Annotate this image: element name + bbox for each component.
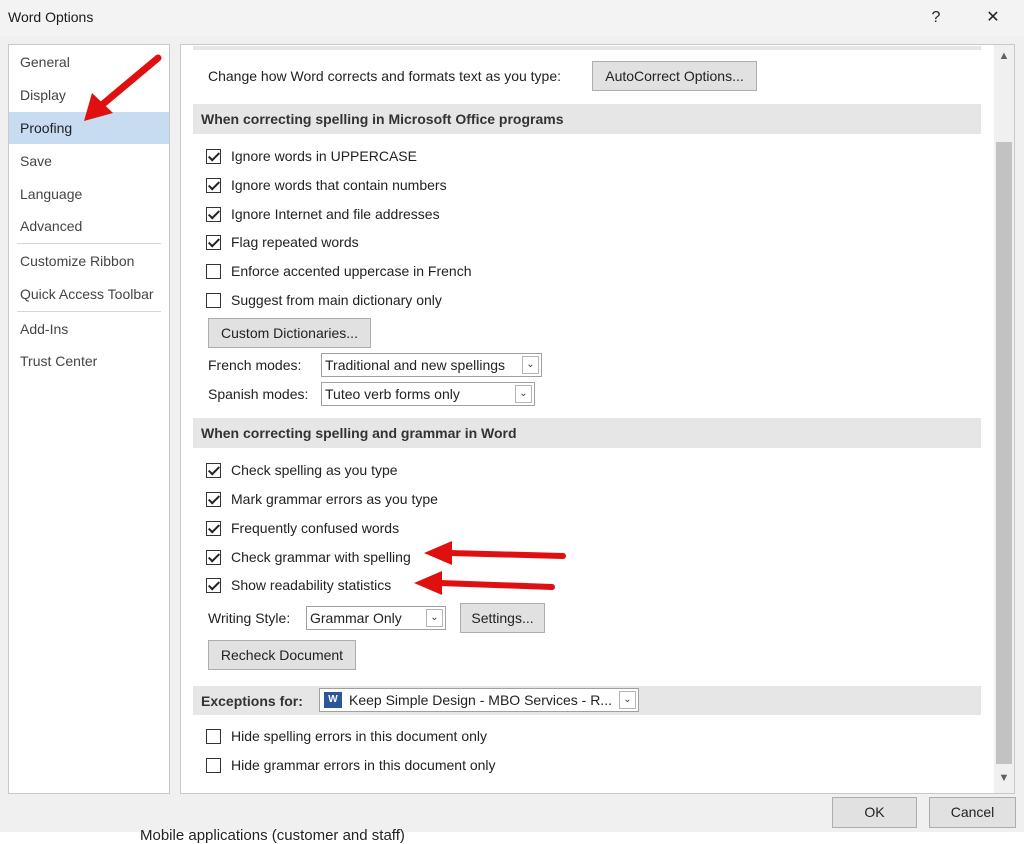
checkbox[interactable] xyxy=(206,520,221,536)
option-hide-grammar-errors[interactable]: Hide grammar errors in this document onl… xyxy=(206,754,496,776)
option-suggest-main-dictionary[interactable]: Suggest from main dictionary only xyxy=(206,289,442,311)
chevron-down-icon[interactable]: ⌄ xyxy=(522,356,539,374)
sidebar: General Display Proofing Save Language A… xyxy=(8,44,170,794)
scroll-up-arrow-icon[interactable]: ▲ xyxy=(994,46,1014,66)
option-label: Suggest from main dictionary only xyxy=(231,292,442,308)
autocorrect-options-button[interactable]: AutoCorrect Options... xyxy=(592,61,757,91)
sidebar-item-language[interactable]: Language xyxy=(9,178,169,210)
french-modes-select[interactable]: Traditional and new spellings ⌄ xyxy=(321,353,542,377)
sidebar-item-advanced[interactable]: Advanced xyxy=(9,210,169,242)
help-button[interactable]: ? xyxy=(923,5,949,31)
cancel-button[interactable]: Cancel xyxy=(929,797,1016,828)
checkbox[interactable] xyxy=(206,177,221,193)
checkbox[interactable] xyxy=(206,148,221,164)
option-hide-spelling-errors[interactable]: Hide spelling errors in this document on… xyxy=(206,725,487,747)
scrollbar-thumb[interactable] xyxy=(996,142,1012,764)
option-label: Frequently confused words xyxy=(231,520,400,536)
sidebar-divider xyxy=(17,243,161,244)
sidebar-divider xyxy=(17,311,161,312)
option-label: Ignore words that contain numbers xyxy=(231,177,447,193)
autocorrect-description: Change how Word corrects and formats tex… xyxy=(208,68,562,84)
option-label: Hide grammar errors in this document onl… xyxy=(231,757,496,773)
writing-style-value: Grammar Only xyxy=(310,610,402,626)
checkbox[interactable] xyxy=(206,292,221,308)
chevron-down-icon[interactable]: ⌄ xyxy=(619,691,636,709)
option-check-grammar-with-spelling[interactable]: Check grammar with spelling xyxy=(206,546,411,568)
spanish-modes-select[interactable]: Tuteo verb forms only ⌄ xyxy=(321,382,535,406)
exceptions-document-select[interactable]: W Keep Simple Design - MBO Services - R.… xyxy=(319,688,639,712)
sidebar-item-display[interactable]: Display xyxy=(9,79,169,111)
checkbox[interactable] xyxy=(206,549,221,565)
option-check-spelling[interactable]: Check spelling as you type xyxy=(206,459,398,481)
option-ignore-internet-addresses[interactable]: Ignore Internet and file addresses xyxy=(206,203,440,225)
exceptions-label: Exceptions for: xyxy=(201,693,303,709)
option-ignore-uppercase[interactable]: Ignore words in UPPERCASE xyxy=(206,145,417,167)
option-ignore-numbers[interactable]: Ignore words that contain numbers xyxy=(206,174,447,196)
spanish-modes-value: Tuteo verb forms only xyxy=(325,386,460,402)
sidebar-item-customize-ribbon[interactable]: Customize Ribbon xyxy=(9,245,169,277)
sidebar-item-proofing[interactable]: Proofing xyxy=(9,112,169,144)
window-title: Word Options xyxy=(8,9,94,25)
recheck-document-button[interactable]: Recheck Document xyxy=(208,640,356,670)
option-label: Hide spelling errors in this document on… xyxy=(231,728,488,744)
sidebar-item-general[interactable]: General xyxy=(9,46,169,78)
sidebar-item-quick-access-toolbar[interactable]: Quick Access Toolbar xyxy=(9,278,169,310)
checkbox[interactable] xyxy=(206,757,221,773)
checkbox[interactable] xyxy=(206,728,221,744)
checkbox[interactable] xyxy=(206,577,221,593)
scroll-down-arrow-icon[interactable]: ▼ xyxy=(994,768,1014,788)
checkbox[interactable] xyxy=(206,462,221,478)
option-label: Ignore words in UPPERCASE xyxy=(231,148,417,164)
title-bar xyxy=(0,0,1024,36)
close-button[interactable]: ✕ xyxy=(980,5,1006,31)
ok-button[interactable]: OK xyxy=(832,797,917,828)
checkbox[interactable] xyxy=(206,263,221,279)
french-modes-label: French modes: xyxy=(208,357,302,373)
option-label: Check grammar with spelling xyxy=(231,549,411,565)
checkbox[interactable] xyxy=(206,491,221,507)
french-modes-value: Traditional and new spellings xyxy=(325,357,506,373)
writing-style-label: Writing Style: xyxy=(208,610,291,626)
chevron-down-icon[interactable]: ⌄ xyxy=(426,609,443,627)
option-label: Show readability statistics xyxy=(231,577,392,593)
section-header-office: When correcting spelling in Microsoft Of… xyxy=(193,104,981,134)
background-document-text: Mobile applications (customer and staff) xyxy=(140,827,405,844)
option-label: Enforce accented uppercase in French xyxy=(231,263,472,279)
section-header-word: When correcting spelling and grammar in … xyxy=(193,418,981,448)
option-show-readability-statistics[interactable]: Show readability statistics xyxy=(206,574,391,596)
option-flag-repeated-words[interactable]: Flag repeated words xyxy=(206,231,359,253)
chevron-down-icon[interactable]: ⌄ xyxy=(515,385,532,403)
writing-style-select[interactable]: Grammar Only ⌄ xyxy=(306,606,446,630)
sidebar-item-add-ins[interactable]: Add-Ins xyxy=(9,313,169,345)
checkbox[interactable] xyxy=(206,234,221,250)
settings-button[interactable]: Settings... xyxy=(460,603,545,633)
word-document-icon: W xyxy=(324,692,342,708)
custom-dictionaries-button[interactable]: Custom Dictionaries... xyxy=(208,318,371,348)
exceptions-document-value: Keep Simple Design - MBO Services - R... xyxy=(349,692,612,708)
option-mark-grammar-errors[interactable]: Mark grammar errors as you type xyxy=(206,488,438,510)
option-enforce-accented-uppercase[interactable]: Enforce accented uppercase in French xyxy=(206,260,471,282)
checkbox[interactable] xyxy=(206,206,221,222)
sidebar-item-trust-center[interactable]: Trust Center xyxy=(9,345,169,377)
option-label: Mark grammar errors as you type xyxy=(231,491,438,507)
option-label: Check spelling as you type xyxy=(231,462,398,478)
option-label: Flag repeated words xyxy=(231,234,359,250)
sidebar-item-save[interactable]: Save xyxy=(9,145,169,177)
option-frequently-confused-words[interactable]: Frequently confused words xyxy=(206,517,399,539)
section-band xyxy=(193,46,981,50)
spanish-modes-label: Spanish modes: xyxy=(208,386,309,402)
option-label: Ignore Internet and file addresses xyxy=(231,206,440,222)
